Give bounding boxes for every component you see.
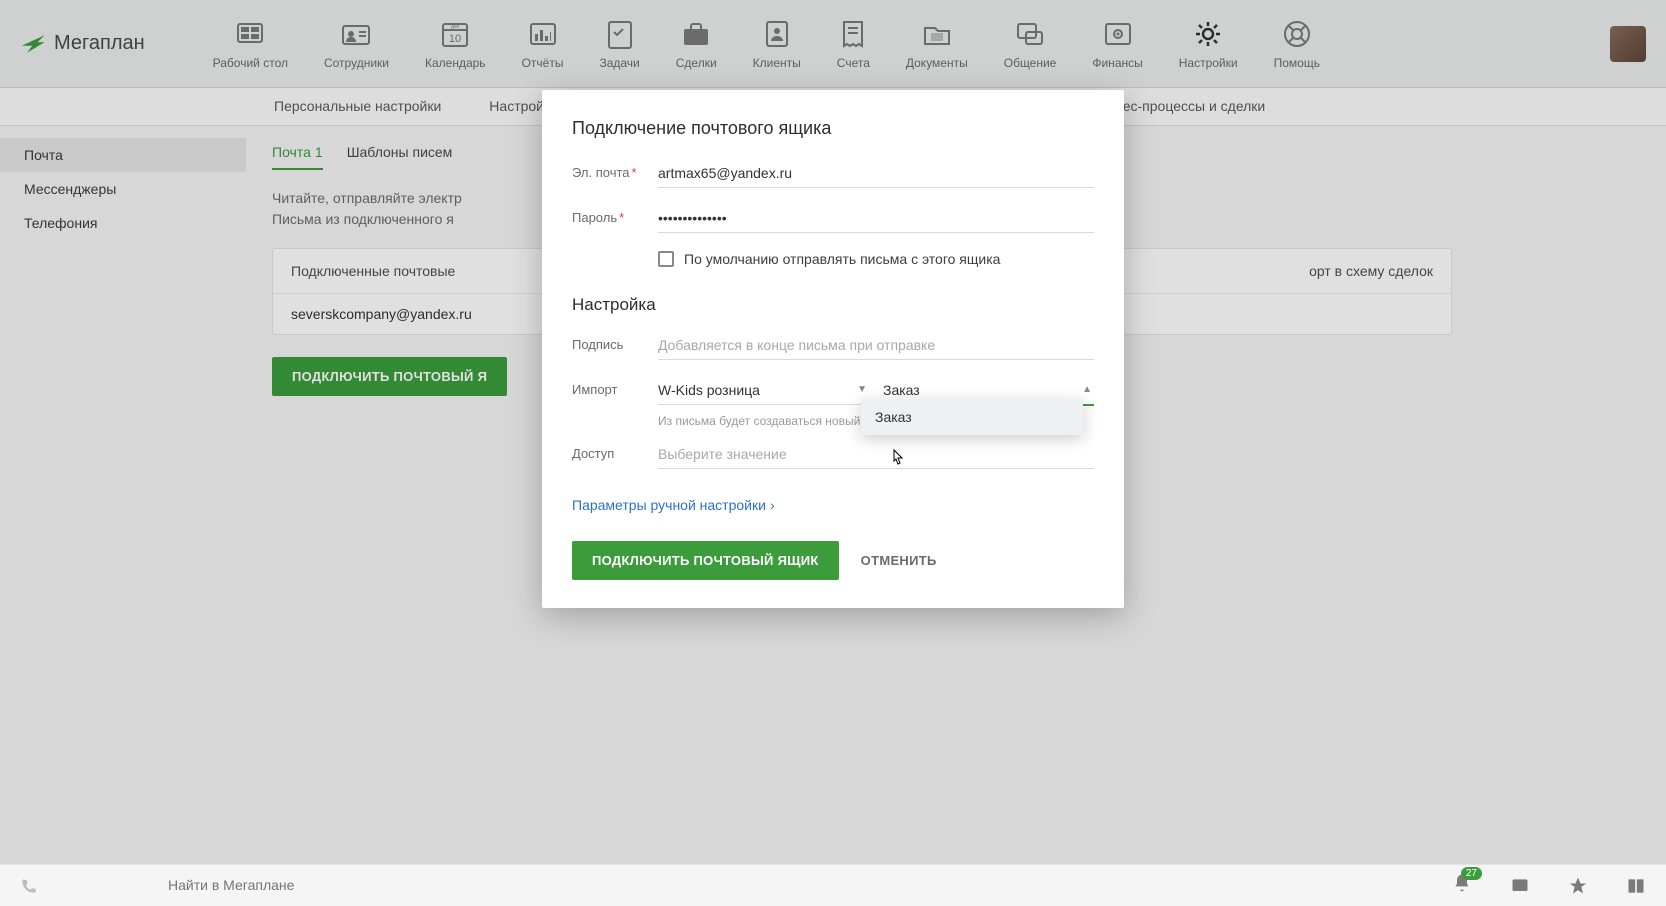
signature-label: Подпись xyxy=(572,333,658,352)
default-sender-checkbox[interactable] xyxy=(658,251,674,267)
signature-field[interactable] xyxy=(658,333,1094,360)
settings-header: Настройка xyxy=(572,295,1094,315)
global-search[interactable] xyxy=(168,877,1168,895)
manual-settings-link[interactable]: Параметры ручной настройки › xyxy=(572,497,775,513)
connect-mailbox-modal: Подключение почтового ящика Эл. почта* П… xyxy=(542,90,1124,608)
email-label: Эл. почта* xyxy=(572,161,658,180)
import-scheme-select[interactable] xyxy=(658,378,869,405)
chevron-right-icon: › xyxy=(770,497,775,513)
phone-icon[interactable] xyxy=(20,877,38,895)
book-icon[interactable] xyxy=(1626,876,1646,896)
dropdown-option-zakaz[interactable]: Заказ xyxy=(861,399,1083,435)
bottom-bar: 27 xyxy=(0,864,1666,906)
chat-icon[interactable] xyxy=(1510,876,1530,896)
email-field[interactable] xyxy=(658,161,1094,188)
status-dropdown: Заказ xyxy=(861,399,1083,435)
search-input[interactable] xyxy=(168,877,1168,893)
modal-scrim: Подключение почтового ящика Эл. почта* П… xyxy=(0,0,1666,906)
import-label: Импорт xyxy=(572,378,658,397)
access-field[interactable] xyxy=(658,442,1094,469)
submit-button[interactable]: ПОДКЛЮЧИТЬ ПОЧТОВЫЙ ЯЩИК xyxy=(572,541,839,580)
notification-count: 27 xyxy=(1461,867,1482,880)
password-field[interactable] xyxy=(658,206,1094,233)
cancel-button[interactable]: ОТМЕНИТЬ xyxy=(861,553,937,568)
access-label: Доступ xyxy=(572,442,658,461)
notifications-button[interactable]: 27 xyxy=(1452,873,1472,898)
password-label: Пароль* xyxy=(572,206,658,225)
modal-title: Подключение почтового ящика xyxy=(572,118,1094,139)
star-icon[interactable] xyxy=(1568,876,1588,896)
default-sender-label: По умолчанию отправлять письма с этого я… xyxy=(684,251,1000,267)
